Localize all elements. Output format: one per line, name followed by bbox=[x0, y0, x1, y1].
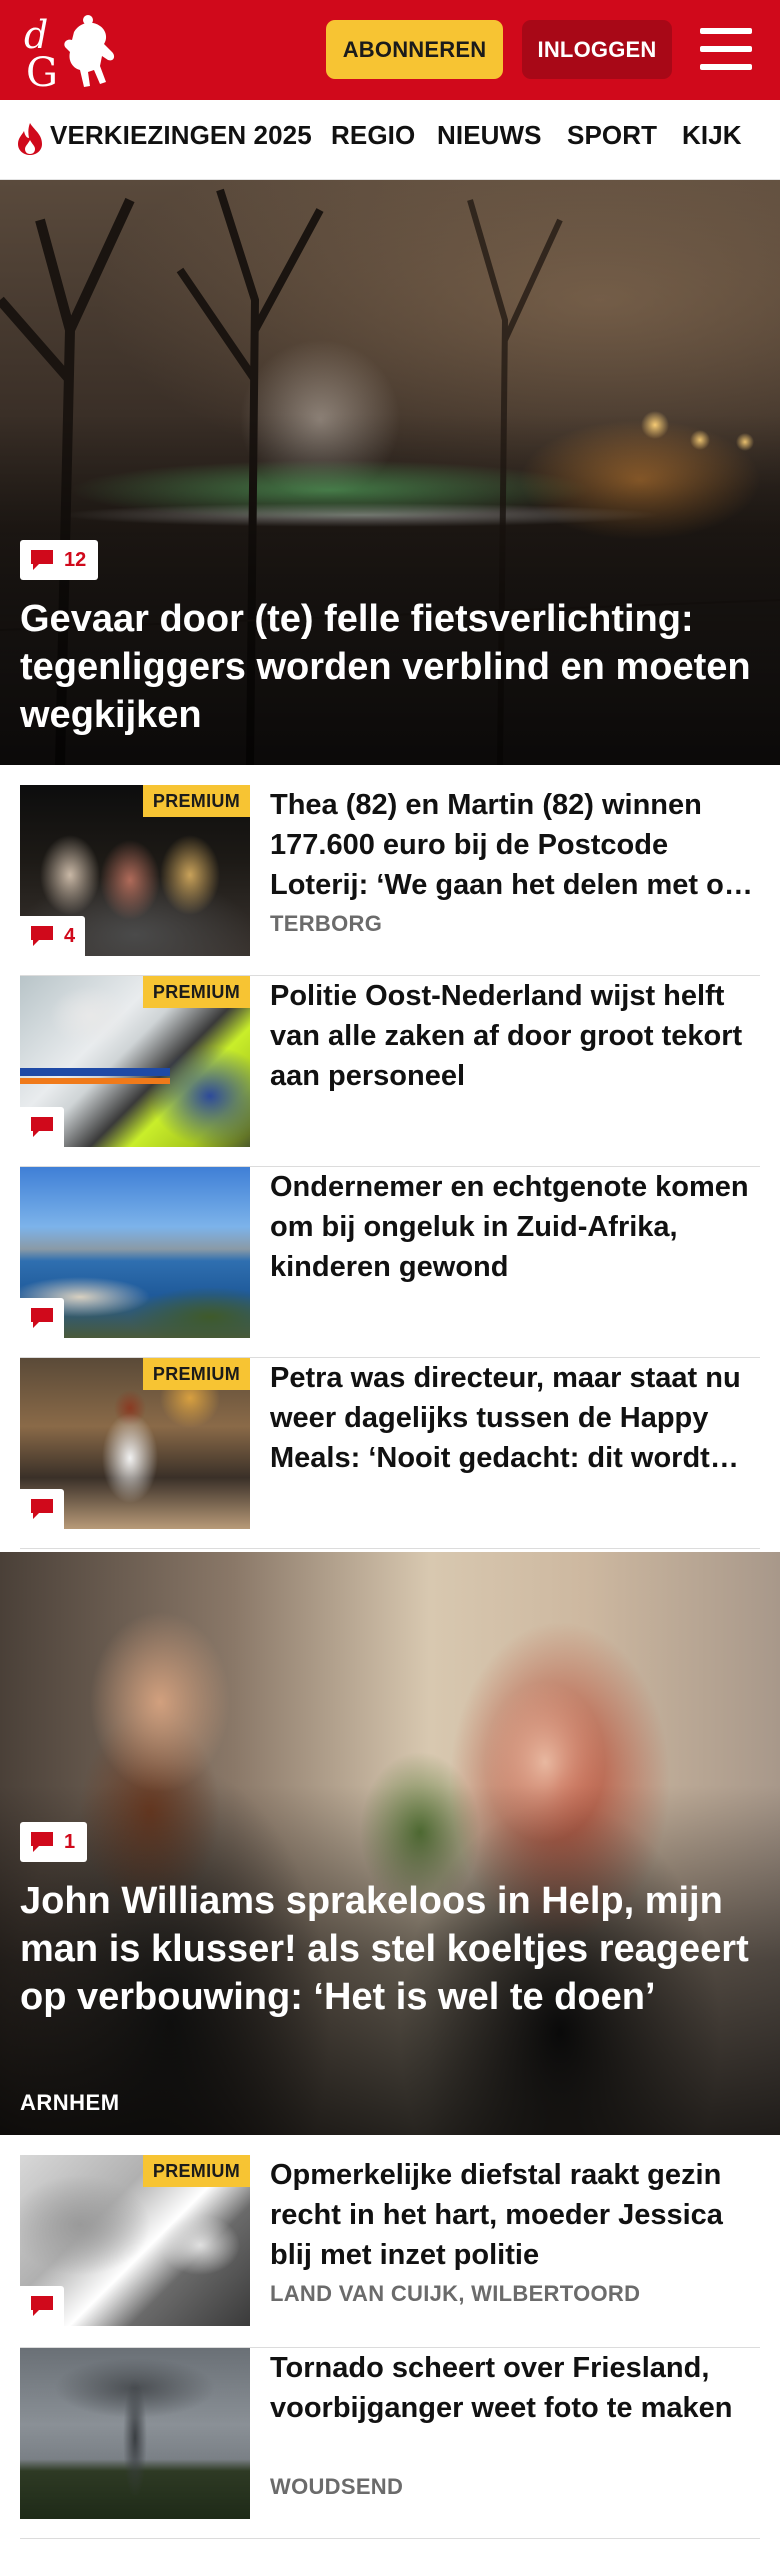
article-card[interactable]: PREMIUM 4 Thea (82) en Martin (82) winne… bbox=[20, 785, 760, 976]
article-location: TERBORG bbox=[270, 911, 383, 936]
comment-icon bbox=[31, 1117, 53, 1137]
hero-article-2[interactable]: 1 John Williams sprakeloos in Help, mijn… bbox=[0, 1552, 780, 2135]
article-thumbnail bbox=[20, 2348, 250, 2519]
article-headline[interactable]: Ondernemer en echtgenote komen om bij on… bbox=[270, 1167, 760, 1287]
premium-badge: PREMIUM bbox=[142, 785, 250, 817]
hero-headline[interactable]: John Williams sprakeloos in Help, mijn m… bbox=[20, 1877, 760, 2021]
comment-badge[interactable] bbox=[20, 2286, 64, 2326]
flame-icon bbox=[18, 123, 42, 155]
comment-icon bbox=[31, 926, 53, 946]
comment-count: 12 bbox=[64, 548, 87, 571]
top-bar: d G ABONNEREN INLOGGEN bbox=[0, 0, 780, 100]
hero-article-1[interactable]: 12 Gevaar door (te) felle fietsverlichti… bbox=[0, 180, 780, 765]
comment-icon bbox=[31, 1832, 53, 1852]
comment-badge[interactable] bbox=[20, 1107, 64, 1147]
article-thumbnail bbox=[20, 1167, 250, 1338]
comment-count: 1 bbox=[64, 1830, 76, 1853]
nav-item-nieuws[interactable]: NIEUWS bbox=[437, 120, 542, 151]
comment-badge[interactable] bbox=[20, 1489, 64, 1529]
svg-text:G: G bbox=[26, 50, 58, 90]
article-headline[interactable]: Tornado scheert over Friesland, voorbijg… bbox=[270, 2348, 760, 2428]
comment-icon bbox=[31, 1308, 53, 1328]
hamburger-menu-icon[interactable] bbox=[700, 26, 752, 72]
comment-badge[interactable]: 12 bbox=[20, 540, 99, 580]
subscribe-button[interactable]: ABONNEREN bbox=[326, 20, 503, 79]
hero-shade bbox=[0, 1552, 780, 2135]
comment-badge[interactable]: 4 bbox=[20, 916, 86, 956]
article-thumbnail: PREMIUM bbox=[20, 2155, 250, 2326]
hero-headline[interactable]: Gevaar door (te) felle fietsverlichting:… bbox=[20, 595, 760, 739]
nav-item-sport[interactable]: SPORT bbox=[567, 120, 657, 151]
article-card[interactable]: PREMIUM Petra was directeur, maar staat … bbox=[20, 1358, 760, 1549]
article-card[interactable]: Ondernemer en echtgenote komen om bij on… bbox=[20, 1167, 760, 1358]
comment-badge[interactable] bbox=[20, 1298, 64, 1338]
brand-logo[interactable]: d G bbox=[22, 12, 122, 96]
section-nav: VERKIEZINGEN 2025 REGIO NIEUWS SPORT KIJ… bbox=[0, 100, 780, 180]
police-stripe bbox=[20, 1068, 170, 1076]
article-thumbnail: PREMIUM bbox=[20, 1358, 250, 1529]
police-stripe bbox=[20, 1078, 170, 1084]
article-card[interactable]: Tornado scheert over Friesland, voorbijg… bbox=[20, 2348, 760, 2539]
premium-badge: PREMIUM bbox=[142, 1358, 250, 1390]
hero-location: ARNHEM bbox=[20, 2090, 120, 2115]
article-headline[interactable]: Thea (82) en Martin (82) winnen 177.600 … bbox=[270, 785, 760, 905]
premium-badge: PREMIUM bbox=[142, 2155, 250, 2187]
comment-badge[interactable]: 1 bbox=[20, 1822, 88, 1862]
comment-icon bbox=[31, 2296, 53, 2316]
comment-icon bbox=[31, 550, 53, 570]
article-thumbnail: PREMIUM bbox=[20, 976, 250, 1147]
nav-item-verkiezingen[interactable]: VERKIEZINGEN 2025 bbox=[50, 120, 312, 151]
article-headline[interactable]: Opmerkelijke diefstal raakt gezin recht … bbox=[270, 2155, 760, 2275]
comment-count: 4 bbox=[64, 924, 76, 947]
article-headline[interactable]: Petra was directeur, maar staat nu weer … bbox=[270, 1358, 760, 1478]
login-button[interactable]: INLOGGEN bbox=[522, 20, 672, 79]
article-card[interactable]: PREMIUM Politie Oost-Nederland wijst hel… bbox=[20, 976, 760, 1167]
nav-item-kijk[interactable]: KIJK bbox=[682, 120, 742, 151]
article-location: LAND VAN CUIJK, WILBERTOORD bbox=[270, 2281, 641, 2306]
article-location: WOUDSEND bbox=[270, 2474, 404, 2499]
comment-icon bbox=[31, 1499, 53, 1519]
article-headline[interactable]: Politie Oost-Nederland wijst helft van a… bbox=[270, 976, 760, 1096]
article-card[interactable]: PREMIUM Opmerkelijke diefstal raakt gezi… bbox=[20, 2155, 760, 2348]
premium-badge: PREMIUM bbox=[142, 976, 250, 1008]
article-thumbnail: PREMIUM 4 bbox=[20, 785, 250, 956]
nav-item-regio[interactable]: REGIO bbox=[331, 120, 415, 151]
